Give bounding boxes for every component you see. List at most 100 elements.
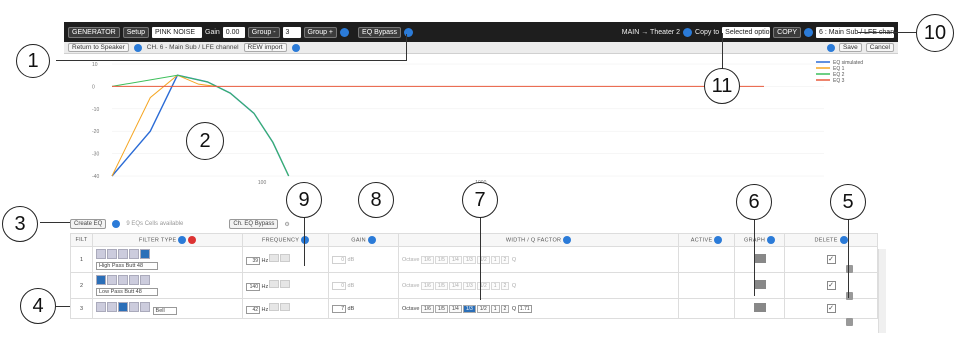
delete-checkbox[interactable]: ✓ bbox=[826, 281, 836, 290]
callout-line-9 bbox=[304, 214, 305, 266]
graph-toggle[interactable] bbox=[753, 303, 766, 312]
ch-eq-bypass-button[interactable]: Ch. EQ Bypass bbox=[229, 219, 279, 229]
cancel-button[interactable]: Cancel bbox=[865, 43, 894, 52]
delete-cell: ✓ bbox=[784, 298, 878, 319]
col-width-q: WIDTH / Q FACTOR bbox=[398, 233, 679, 247]
help-icon[interactable] bbox=[804, 27, 813, 37]
help-icon[interactable] bbox=[133, 43, 142, 52]
active-cell bbox=[678, 298, 735, 319]
active-cell bbox=[678, 272, 735, 299]
filter-type-select[interactable]: Low Pass Butt 48 bbox=[96, 288, 158, 296]
filter-number: 2 bbox=[70, 272, 93, 299]
frequency-cell: 39 Hz bbox=[242, 246, 329, 273]
callout-line-1-v bbox=[406, 34, 407, 61]
eq-response-chart: 100-10-20-30-401001000EQ simulatedEQ 1EQ… bbox=[92, 60, 863, 186]
gain-input[interactable]: 0 bbox=[332, 281, 346, 290]
table-header: FILT FILTER TYPE FREQUENCY GAIN WIDTH / … bbox=[70, 233, 878, 247]
save-button[interactable]: Save bbox=[838, 43, 862, 52]
callout-6: 6 bbox=[736, 184, 772, 220]
delete-cell: ✓ bbox=[784, 246, 878, 273]
table-row: 3 Bell 42 Hz 7 dB Octave 1/6 1/5 1/4 1/3 1/2… bbox=[70, 298, 878, 319]
shelf-icon[interactable] bbox=[129, 249, 139, 259]
graph-cell bbox=[734, 298, 785, 319]
frequency-input[interactable]: 39 bbox=[246, 257, 260, 265]
channel-title: CH. 6 - Main Sub / LFE channel bbox=[146, 44, 239, 51]
selected-options-select[interactable]: Selected options ▾ bbox=[722, 26, 782, 38]
filter-type-select[interactable]: High Pass Butt 48 bbox=[96, 262, 158, 270]
delete-checkbox[interactable]: ✓ bbox=[826, 304, 836, 313]
col-graph: GRAPH bbox=[734, 233, 785, 247]
group-input[interactable]: 3 bbox=[282, 26, 301, 38]
table-scrollbar[interactable] bbox=[878, 249, 886, 333]
delete-checkbox[interactable]: ✓ bbox=[826, 255, 836, 264]
eq-bypass-button[interactable]: EQ Bypass bbox=[358, 26, 402, 38]
callout-11: 11 bbox=[704, 68, 740, 104]
help-icon[interactable] bbox=[826, 43, 835, 52]
x-tick-label: 100 bbox=[258, 180, 267, 186]
bell-icon[interactable] bbox=[118, 275, 128, 285]
shelf-icon[interactable] bbox=[129, 275, 139, 285]
lp-icon[interactable] bbox=[107, 249, 117, 259]
return-button[interactable]: Return to Speaker bbox=[68, 43, 129, 52]
channel-bar: Return to Speaker CH. 6 - Main Sub / LFE… bbox=[64, 42, 898, 54]
filter-table: FILT FILTER TYPE FREQUENCY GAIN WIDTH / … bbox=[70, 233, 878, 319]
trash-icon[interactable] bbox=[846, 318, 853, 326]
callout-line-1 bbox=[56, 60, 406, 61]
graph-toggle[interactable] bbox=[753, 254, 766, 263]
eq-cells-info: 9 EQs Cells available bbox=[126, 221, 184, 227]
group-plus-button[interactable]: Group + bbox=[303, 26, 338, 38]
lp-icon[interactable] bbox=[107, 275, 117, 285]
callout-8: 8 bbox=[358, 182, 394, 218]
q-input[interactable]: 1.71 bbox=[517, 304, 532, 313]
group-minus-button[interactable]: Group - bbox=[247, 26, 280, 38]
preset-select[interactable]: PINK NOISE bbox=[152, 26, 202, 38]
settings-icon[interactable]: ⚙ bbox=[284, 221, 289, 228]
width-cell: Octave 1/6 1/5 1/4 1/3 1/2 1 2 Q bbox=[398, 272, 679, 299]
curve-icon[interactable] bbox=[140, 249, 150, 259]
col-delete: DELETE bbox=[784, 233, 878, 247]
help-icon[interactable] bbox=[683, 27, 693, 37]
callout-3: 3 bbox=[2, 206, 38, 242]
bell-icon[interactable] bbox=[118, 302, 128, 312]
graph-toggle[interactable] bbox=[753, 280, 766, 289]
filter-type-cell: Low Pass Butt 48 bbox=[92, 272, 243, 299]
bell-icon[interactable] bbox=[118, 249, 128, 259]
copy-button[interactable]: COPY bbox=[773, 26, 801, 38]
col-frequency: FREQUENCY bbox=[242, 233, 329, 247]
filter-type-select[interactable]: Bell bbox=[152, 307, 177, 315]
setup-button[interactable]: Setup bbox=[122, 26, 149, 38]
lp-icon[interactable] bbox=[107, 302, 117, 312]
help-icon[interactable] bbox=[340, 27, 350, 37]
y-tick-label: 10 bbox=[92, 62, 98, 68]
gain-input[interactable]: 0 bbox=[332, 255, 346, 264]
callout-1: 1 bbox=[16, 44, 50, 78]
hp-icon[interactable] bbox=[96, 275, 106, 285]
gain-input[interactable]: 7 bbox=[332, 304, 346, 313]
help-icon[interactable] bbox=[112, 220, 121, 228]
copy-to-label: Copy to bbox=[695, 28, 720, 36]
callout-line-10 bbox=[858, 32, 916, 33]
channel-route: MAIN → Theater 2 bbox=[621, 28, 681, 36]
callout-line-3 bbox=[40, 222, 70, 223]
gain-input[interactable]: 0.00 bbox=[222, 26, 245, 38]
shelf-icon[interactable] bbox=[129, 302, 139, 312]
rew-import-button[interactable]: REW import bbox=[243, 43, 287, 52]
frequency-input[interactable]: 42 bbox=[246, 306, 260, 314]
y-tick-label: -30 bbox=[92, 152, 99, 158]
top-toolbar: GENERATOR Setup PINK NOISE Gain 0.00 Gro… bbox=[64, 22, 898, 42]
width-cell: Octave 1/6 1/5 1/4 1/3 1/2 1 2 Q bbox=[398, 246, 679, 273]
callout-2: 2 bbox=[186, 122, 224, 160]
generator-button[interactable]: GENERATOR bbox=[68, 26, 120, 38]
hp-icon[interactable] bbox=[96, 302, 106, 312]
frequency-input[interactable]: 140 bbox=[246, 283, 260, 291]
y-tick-label: -20 bbox=[92, 129, 99, 135]
legend-label: EQ 3 bbox=[833, 78, 845, 84]
gain-cell: 0 dB bbox=[328, 272, 399, 299]
help-icon[interactable] bbox=[291, 43, 300, 52]
curve-icon[interactable] bbox=[140, 275, 150, 285]
create-eq-button[interactable]: Create EQ bbox=[70, 219, 107, 229]
y-tick-label: -10 bbox=[92, 107, 99, 113]
hp-icon[interactable] bbox=[96, 249, 106, 259]
curve-icon[interactable] bbox=[140, 302, 150, 312]
callout-9: 9 bbox=[286, 182, 322, 218]
